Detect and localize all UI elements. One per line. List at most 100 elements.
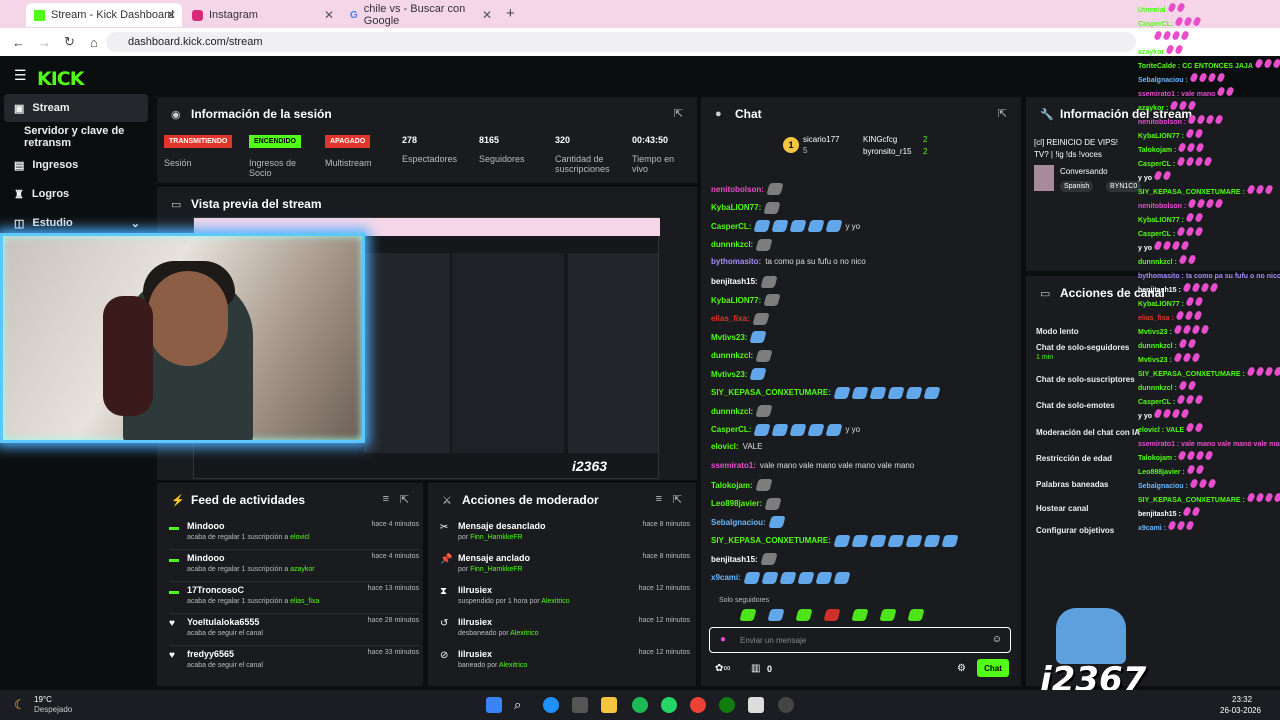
chat-username[interactable]: Sebalgnaciou: <box>711 518 766 527</box>
chat-text: ta como pa su fufu o no nico <box>765 257 866 266</box>
stat-label: Cantidad de suscripciones <box>555 154 610 174</box>
back-icon[interactable]: ← <box>12 35 26 50</box>
emote-icon[interactable] <box>739 609 757 621</box>
folder-icon[interactable] <box>601 697 617 713</box>
feed-user[interactable]: 17TroncosoC <box>187 585 244 595</box>
address-bar[interactable]: dashboard.kick.com/stream <box>106 32 1136 52</box>
chrome-icon[interactable] <box>690 697 706 713</box>
gift-icon[interactable]: ▥ <box>751 663 760 674</box>
close-tab-icon[interactable]: ✕ <box>166 8 176 22</box>
chat-username[interactable]: Talokojam: <box>711 481 753 490</box>
chat-username[interactable]: benjitash15: <box>711 277 758 286</box>
chat-username[interactable]: CasperCL: <box>711 222 751 231</box>
emote-icon[interactable] <box>767 609 785 621</box>
chat-username[interactable]: KybaLION77: <box>711 296 761 305</box>
chat-username[interactable]: benjitash15: <box>711 555 758 564</box>
search-icon[interactable]: ⌕ <box>514 697 530 713</box>
close-tab-icon[interactable]: ✕ <box>324 8 334 22</box>
expand-icon[interactable]: ⇱ <box>998 107 1007 120</box>
settings-gear-icon[interactable]: ⚙ <box>957 663 966 674</box>
expand-icon[interactable]: ⇱ <box>673 493 682 506</box>
emote-icon[interactable] <box>851 609 869 621</box>
mod-target[interactable]: Finn_HamkkeFR <box>470 566 523 573</box>
emote-icon[interactable] <box>907 609 925 621</box>
sidebar-item-income[interactable]: ▤ Ingresos <box>4 151 148 179</box>
forward-icon[interactable]: → <box>38 35 52 50</box>
emote-icon <box>779 571 797 584</box>
chat-username[interactable]: ssemirato1: <box>711 461 756 470</box>
chat-username[interactable]: dunnnkzcl: <box>711 351 753 360</box>
kick-logo[interactable]: KICK <box>37 68 84 90</box>
feed-target[interactable]: elias_fixa <box>290 598 319 605</box>
spotify-icon[interactable] <box>632 697 648 713</box>
channel-action-item[interactable]: Configurar objetivos <box>1036 526 1114 535</box>
chat-username[interactable]: bythomasito: <box>711 257 761 266</box>
close-tab-icon[interactable]: ✕ <box>482 8 492 22</box>
browser-tab-kick[interactable]: Stream - Kick Dashboard ✕ <box>26 3 182 27</box>
mod-action-title: lilrusiex <box>458 649 493 659</box>
feed-user[interactable]: Mindooo <box>187 521 225 531</box>
channel-action-item[interactable]: Palabras baneadas <box>1036 480 1108 489</box>
chat-username[interactable]: Leo898javier: <box>711 499 762 508</box>
chat-username[interactable]: x9cami: <box>711 573 741 582</box>
channel-action-item[interactable]: Hostear canal <box>1036 504 1088 513</box>
xbox-icon[interactable] <box>719 697 735 713</box>
channel-action-item[interactable]: Moderación del chat con IA <box>1036 428 1140 437</box>
overlay-chat-line: y yo <box>1138 170 1172 182</box>
filter-icon[interactable]: ≡ <box>383 493 389 505</box>
chat-username[interactable]: Mvtivs23: <box>711 370 747 379</box>
expand-icon[interactable]: ⇱ <box>674 107 683 120</box>
feed-user[interactable]: Yoeltulaloka6555 <box>187 617 259 627</box>
home-icon[interactable]: ⌂ <box>90 35 104 50</box>
menu-icon[interactable]: ☰ <box>14 67 27 84</box>
chat-username[interactable]: CasperCL: <box>711 425 751 434</box>
chat-username[interactable]: SIY_KEPASA_CONXETUMARE: <box>711 388 831 397</box>
chat-username[interactable]: KybaLION77: <box>711 203 761 212</box>
overlay-chat-line: CasperCL : <box>1138 226 1204 238</box>
app-icon[interactable] <box>748 697 764 713</box>
emoji-icon[interactable]: ☺ <box>992 634 1002 645</box>
send-chat-button[interactable]: Chat <box>977 659 1009 677</box>
new-tab-icon[interactable]: + <box>506 5 515 22</box>
sidebar-item-achievements[interactable]: ♜ Logros <box>4 180 148 208</box>
feed-user[interactable]: fredyy6565 <box>187 649 234 659</box>
mod-target[interactable]: Finn_HamkkeFR <box>470 534 523 541</box>
reload-icon[interactable]: ↻ <box>64 34 78 50</box>
start-icon[interactable] <box>486 697 502 713</box>
emote-icon[interactable] <box>879 609 897 621</box>
browser-tab-google[interactable]: G chile vs - Buscar con Google ✕ <box>342 3 498 27</box>
filter-icon[interactable]: ≡ <box>656 493 662 505</box>
overlay-username: benjitash15 : <box>1138 511 1181 518</box>
whatsapp-icon[interactable] <box>661 697 677 713</box>
status-badge: APAGADO <box>325 135 371 148</box>
chat-username[interactable]: nenitobolson: <box>711 185 764 194</box>
edge-icon[interactable] <box>543 697 559 713</box>
chat-input[interactable]: ● Enviar un mensaje ☺ <box>709 627 1011 653</box>
chat-username[interactable]: elovicl: <box>711 442 739 451</box>
feed-target[interactable]: elovicl <box>290 534 309 541</box>
channel-action-item[interactable]: Modo lento <box>1036 327 1079 336</box>
sidebar-item-server-key[interactable]: Servidor y clave de retransm <box>4 123 148 151</box>
mod-target[interactable]: Alexitrico <box>499 662 527 669</box>
channel-action-item[interactable]: Chat de solo-seguidores <box>1036 343 1129 352</box>
chat-username[interactable]: elias_fixa: <box>711 314 750 323</box>
chat-username[interactable]: Mvtivs23: <box>711 333 747 342</box>
points-icon[interactable]: ✿∞ <box>715 663 731 674</box>
chat-username[interactable]: SIY_KEPASA_CONXETUMARE: <box>711 536 831 545</box>
chat-username[interactable]: dunnnkzcl: <box>711 407 753 416</box>
obs-icon[interactable] <box>778 697 794 713</box>
sidebar-item-stream[interactable]: ▣ Stream <box>4 94 148 122</box>
mod-target[interactable]: Alexitrico <box>510 630 538 637</box>
channel-action-item[interactable]: Chat de solo-emotes <box>1036 401 1115 410</box>
mod-target[interactable]: Alexitrico <box>541 598 569 605</box>
feed-user[interactable]: Mindooo <box>187 553 225 563</box>
feed-target[interactable]: azaykor <box>290 566 315 573</box>
chat-username[interactable]: dunnnkzcl: <box>711 240 753 249</box>
emote-icon[interactable] <box>823 609 841 621</box>
emote-icon[interactable] <box>795 609 813 621</box>
channel-action-item[interactable]: Chat de solo-suscriptores <box>1036 375 1135 384</box>
browser-tab-instagram[interactable]: Instagram ✕ <box>184 3 340 27</box>
channel-action-item[interactable]: Restricción de edad <box>1036 454 1112 463</box>
store-icon[interactable] <box>572 697 588 713</box>
expand-icon[interactable]: ⇱ <box>400 493 409 506</box>
